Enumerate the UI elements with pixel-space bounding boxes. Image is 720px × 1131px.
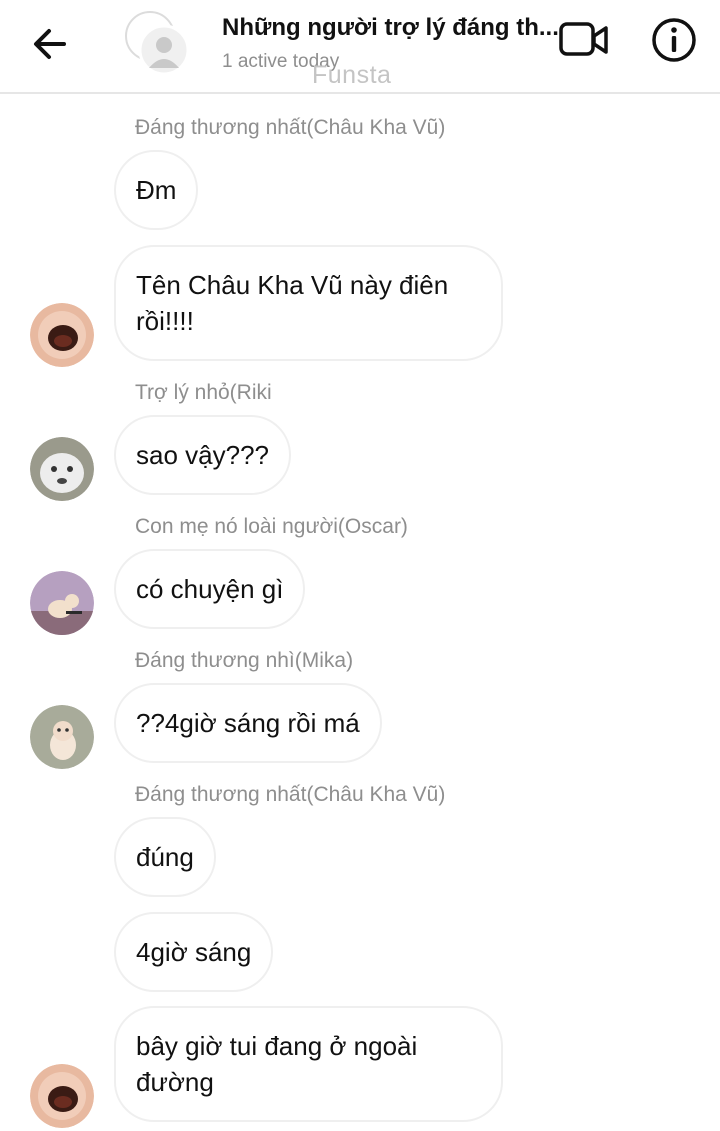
back-arrow-icon[interactable] — [28, 22, 72, 66]
watermark-text: Funsta — [312, 61, 392, 89]
avatar[interactable] — [30, 303, 94, 367]
chat-header: Những người trợ lý đáng th... 1 active t… — [0, 0, 720, 94]
sender-name: Đáng thương nhất(Châu Kha Vũ) — [135, 783, 446, 806]
avatar[interactable] — [30, 1064, 94, 1128]
sender-name: Đáng thương nhất(Châu Kha Vũ) — [135, 116, 446, 139]
chat-title[interactable]: Những người trợ lý đáng th... — [222, 14, 560, 42]
message-text: 4giờ sáng — [136, 937, 252, 967]
message-bubble[interactable]: đúng — [114, 817, 216, 897]
message-bubble[interactable]: 4giờ sáng — [114, 912, 274, 992]
message-bubble[interactable]: bây giờ tui đang ở ngoài đường — [114, 1006, 503, 1122]
avatar[interactable] — [30, 437, 94, 501]
message-text: sao vậy??? — [136, 440, 269, 470]
message-text: ??4giờ sáng rồi má — [136, 708, 360, 738]
sender-name: Trợ lý nhỏ(Riki — [135, 381, 272, 404]
info-icon[interactable] — [650, 16, 698, 64]
video-call-icon[interactable] — [558, 18, 610, 62]
message-text: Đm — [136, 175, 177, 205]
avatar[interactable] — [30, 705, 94, 769]
message-text: có chuyện gì — [136, 574, 284, 604]
message-bubble[interactable]: sao vậy??? — [114, 415, 291, 495]
sender-name: Con mẹ nó loài người(Oscar) — [135, 515, 408, 538]
message-bubble[interactable]: có chuyện gì — [114, 549, 306, 629]
sender-name: Đáng thương nhì(Mika) — [135, 649, 354, 672]
avatar[interactable] — [30, 571, 94, 635]
message-text: đúng — [136, 842, 194, 872]
message-bubble[interactable]: Tên Châu Kha Vũ này điên rồi!!!! — [114, 245, 503, 361]
message-bubble[interactable]: ??4giờ sáng rồi má — [114, 683, 382, 763]
message-text: Tên Châu Kha Vũ này điên rồi!!!! — [136, 270, 449, 336]
message-text: bây giờ tui đang ở ngoài đường — [136, 1031, 418, 1097]
message-bubble[interactable]: Đm — [114, 150, 199, 230]
group-avatar[interactable] — [124, 10, 190, 76]
